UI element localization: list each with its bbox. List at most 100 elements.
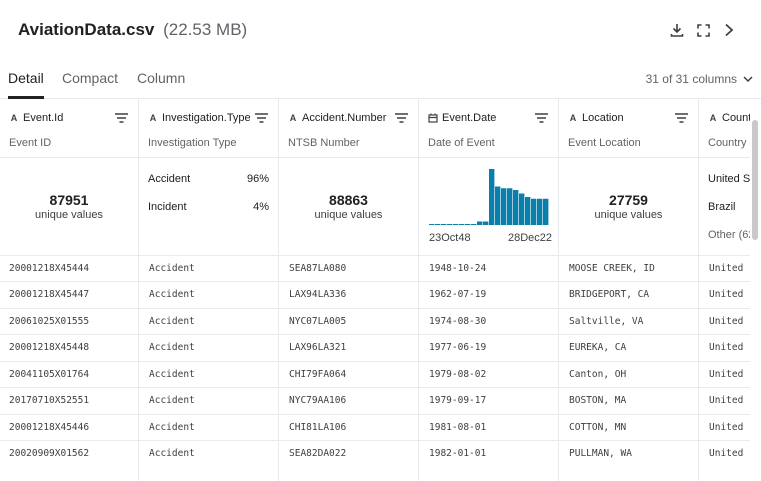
histogram-bar[interactable] [537, 198, 543, 225]
histogram-min-label: 23Oct48 [429, 232, 471, 244]
table-cell: Accident [149, 448, 195, 459]
table-cell: United S [709, 342, 749, 353]
histogram-bar[interactable] [471, 224, 477, 225]
column-count-dropdown[interactable]: 31 of 31 columns [646, 72, 753, 86]
table-cell: EUREKA, CA [569, 342, 627, 353]
histogram-bar[interactable] [489, 169, 495, 225]
histogram-bar[interactable] [519, 193, 525, 226]
sort-icon[interactable] [675, 113, 688, 123]
string-type-icon: A [149, 113, 157, 123]
column-name: Investigation.Type [162, 112, 251, 124]
string-type-icon: A [10, 113, 18, 123]
table-cell: United S [709, 369, 749, 380]
file-size: (22.53 MB) [163, 20, 248, 39]
fullscreen-icon[interactable] [694, 21, 712, 39]
table-cell: BRIDGEPORT, CA [569, 289, 650, 300]
tab-detail[interactable]: Detail [8, 70, 44, 86]
column-name: Event.Id [23, 112, 64, 124]
table-cell: United S [709, 263, 749, 274]
table-cell: MOOSE CREEK, ID [569, 263, 655, 274]
table-cell: United S [709, 316, 749, 327]
table-cell: Accident [149, 395, 195, 406]
table-cell: LAX94LA336 [289, 289, 347, 300]
table-cell: United S [709, 395, 749, 406]
column-name: Event.Date [442, 112, 497, 124]
histogram-bar[interactable] [543, 198, 549, 225]
file-name: AviationData.csv [18, 20, 155, 39]
table-cell: 20020909X01562 [9, 448, 90, 459]
column-description: Event Location [568, 137, 641, 149]
category-percent: 4% [253, 201, 269, 213]
table-cell: 1982-01-01 [429, 448, 487, 459]
sort-icon[interactable] [255, 113, 268, 123]
table-cell: BOSTON, MA [569, 395, 627, 406]
table-cell: COTTON, MN [569, 422, 627, 433]
column-header-accident-number[interactable]: A Accident.Number NTSB Number [279, 99, 418, 157]
column-header-event-date[interactable]: Event.Date Date of Event [419, 99, 558, 157]
unique-label: unique values [314, 209, 383, 221]
category-label: Accident [148, 173, 191, 185]
table-row[interactable]: 20001218X45444 Accident SEA87LA080 1948-10-… [0, 255, 750, 281]
column-header-investigation-type[interactable]: A Investigation.Type Investigation Type [139, 99, 278, 157]
download-icon[interactable] [668, 21, 686, 39]
histogram-bar[interactable] [453, 224, 459, 225]
table-cell: 20001218X45448 [9, 342, 90, 353]
histogram-bar[interactable] [477, 221, 483, 226]
sort-icon[interactable] [115, 113, 128, 123]
column-header-event-id[interactable]: A Event.Id Event ID [0, 99, 138, 157]
table-row[interactable]: 20061025X01555 Accident NYC07LA005 1974-08-… [0, 308, 750, 334]
table-cell: Accident [149, 369, 195, 380]
summary-event-date: 23Oct48 28Dec22 [419, 158, 558, 255]
column-description: NTSB Number [288, 137, 360, 149]
histogram-bar[interactable] [429, 224, 435, 225]
column-header-country[interactable]: A Country Country [699, 99, 750, 157]
column-description: Investigation Type [148, 137, 237, 149]
table-row[interactable]: 20001218X45446 Accident CHI81LA106 1981-08-… [0, 414, 750, 440]
table-cell: 1974-08-30 [429, 316, 487, 327]
histogram-bar[interactable] [459, 224, 465, 225]
column-name: Country [722, 112, 750, 124]
tab-compact[interactable]: Compact [62, 70, 118, 86]
sort-icon[interactable] [395, 113, 408, 123]
table-cell: 1979-09-17 [429, 395, 487, 406]
file-title: AviationData.csv (22.53 MB) [18, 20, 247, 40]
tab-column[interactable]: Column [137, 70, 185, 86]
table-row[interactable]: 20170710X52551 Accident NYC79AA106 1979-09-… [0, 387, 750, 413]
histogram-bar[interactable] [507, 188, 513, 225]
table-cell: Accident [149, 422, 195, 433]
unique-count: 88863 [329, 192, 368, 208]
table-cell: Accident [149, 342, 195, 353]
string-type-icon: A [709, 113, 717, 123]
table-row[interactable]: 20001218X45448 Accident LAX96LA321 1977-06-… [0, 334, 750, 360]
summary-country: United St Brazil Other (62 [699, 158, 750, 255]
table-cell: 20001218X45444 [9, 263, 90, 274]
chevron-right-icon[interactable] [720, 21, 738, 39]
histogram-bar[interactable] [447, 224, 453, 225]
histogram-bar[interactable] [483, 221, 489, 226]
table-row[interactable]: 20001218X45447 Accident LAX94LA336 1962-07-… [0, 281, 750, 307]
summary-accident-number: 88863 unique values [279, 158, 418, 255]
histogram-bar[interactable] [465, 224, 471, 225]
column-header-location[interactable]: A Location Event Location [559, 99, 698, 157]
unique-count: 27759 [609, 192, 648, 208]
sort-icon[interactable] [535, 113, 548, 123]
histogram-bar[interactable] [525, 197, 531, 225]
histogram-max-label: 28Dec22 [508, 232, 553, 244]
histogram-bar[interactable] [441, 224, 447, 225]
histogram-bar[interactable] [513, 190, 519, 225]
unique-label: unique values [594, 209, 663, 221]
date-histogram[interactable] [429, 166, 551, 228]
string-type-icon: A [569, 113, 577, 123]
view-tabs: Detail Compact Column 31 of 31 columns [0, 60, 761, 99]
histogram-bar[interactable] [435, 224, 441, 225]
table-row[interactable]: 20020909X01562 Accident SEA82DA022 1982-01-… [0, 440, 750, 466]
table-cell: 20001218X45447 [9, 289, 90, 300]
histogram-bar[interactable] [531, 198, 537, 225]
table-cell: CHI79FA064 [289, 369, 347, 380]
histogram-bar[interactable] [501, 188, 507, 225]
histogram-bar[interactable] [495, 186, 501, 226]
vertical-scrollbar[interactable] [752, 120, 758, 240]
column-count-label: 31 of 31 columns [645, 72, 737, 86]
category-label: Brazil [708, 201, 736, 213]
table-row[interactable]: 20041105X01764 Accident CHI79FA064 1979-08-… [0, 361, 750, 387]
